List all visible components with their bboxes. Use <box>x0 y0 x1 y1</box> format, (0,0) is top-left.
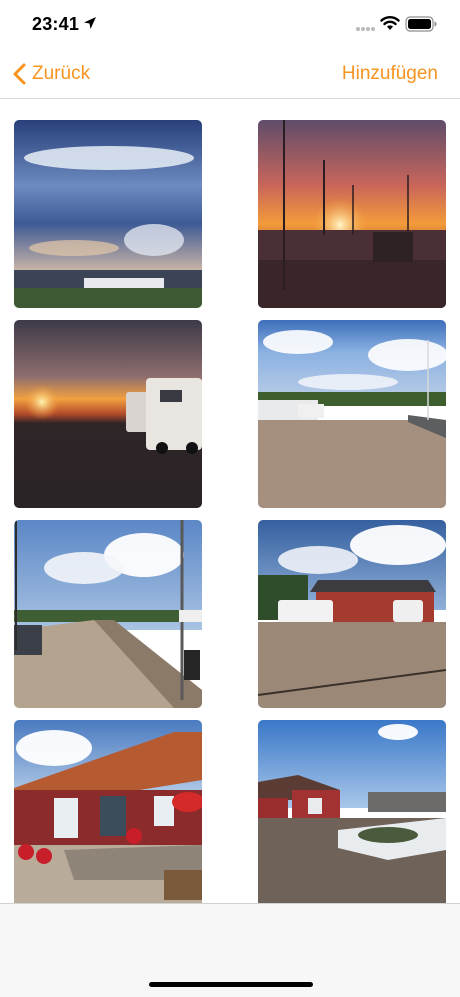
status-time: 23:41 <box>32 14 80 34</box>
photo-harbor-path-campervans[interactable] <box>258 320 446 508</box>
back-button-label: Zurück <box>32 63 91 84</box>
photo-sunset-campervans[interactable] <box>14 320 202 508</box>
signal-icon <box>356 27 375 31</box>
wifi-icon <box>380 16 400 30</box>
battery-icon <box>405 16 437 32</box>
status-bar: 23:41 <box>0 0 460 50</box>
photo-campsite-lot-building[interactable] <box>258 520 446 708</box>
location-arrow-icon <box>84 17 96 29</box>
back-button[interactable]: Zurück <box>12 60 90 88</box>
photo-red-cabin-flowers[interactable] <box>14 720 202 903</box>
navigation-bar: Zurück Hinzufügen <box>0 50 460 99</box>
photo-red-cabin-snow[interactable] <box>258 720 446 903</box>
photo-storm-clouds-field[interactable] <box>14 120 202 308</box>
photo-grid <box>0 99 460 903</box>
photo-sunset-harbor-masts[interactable] <box>258 120 446 308</box>
chevron-left-icon <box>13 63 26 85</box>
add-button[interactable]: Hinzufügen <box>342 60 438 88</box>
photo-boardwalk-pier[interactable] <box>14 520 202 708</box>
home-indicator[interactable] <box>149 982 313 987</box>
